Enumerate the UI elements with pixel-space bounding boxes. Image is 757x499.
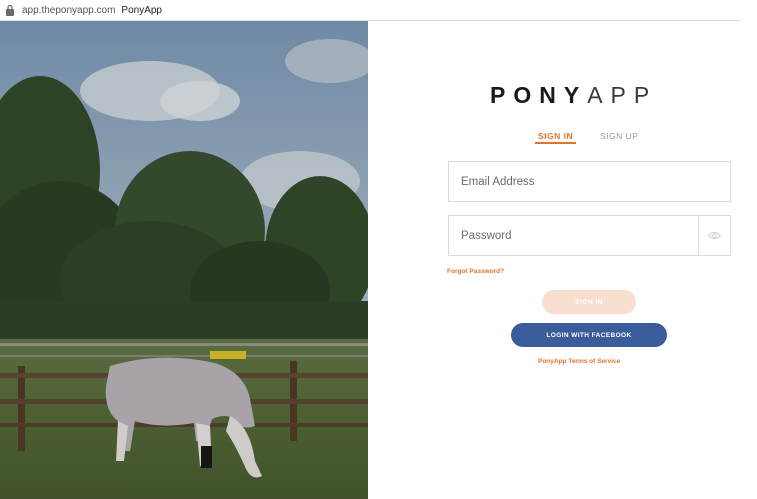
show-password-toggle[interactable] <box>698 216 730 255</box>
password-input[interactable] <box>449 216 699 255</box>
password-field-container <box>448 215 731 256</box>
terms-of-service-link[interactable]: PonyApp Terms of Service <box>538 358 620 365</box>
browser-page-title: PonyApp <box>121 4 162 16</box>
lock-icon <box>5 4 15 16</box>
logo-bold-text: PONY <box>490 82 588 108</box>
email-field-container <box>448 161 731 202</box>
browser-address-bar[interactable]: app.theponyapp.com PonyApp <box>0 0 757 20</box>
active-tab-indicator <box>535 142 576 144</box>
email-input[interactable] <box>449 162 730 201</box>
tab-sign-in[interactable]: SIGN IN <box>538 131 573 141</box>
browser-url[interactable]: app.theponyapp.com <box>22 5 115 16</box>
logo-light-text: APP <box>587 82 658 108</box>
eye-icon <box>707 227 722 245</box>
forgot-password-link[interactable]: Forgot Password? <box>447 268 504 275</box>
ponyapp-logo: PONYAPP <box>490 82 657 109</box>
sign-in-button[interactable]: SIGN IN <box>542 290 636 314</box>
hero-photo <box>0 21 368 499</box>
login-with-facebook-button[interactable]: LOGIN WITH FACEBOOK <box>511 323 667 347</box>
tab-sign-up[interactable]: SIGN UP <box>600 131 638 141</box>
